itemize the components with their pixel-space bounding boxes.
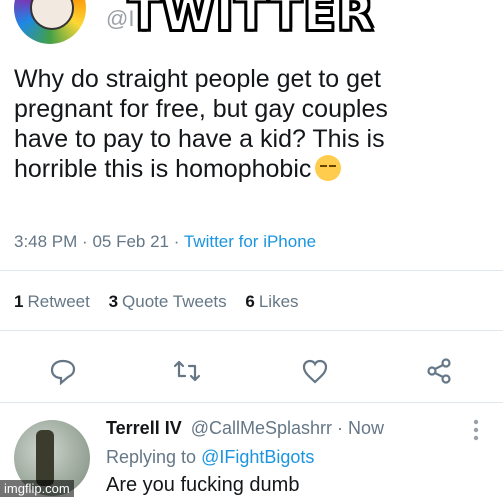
reply-author-handle[interactable]: @CallMeSplashrr — [191, 418, 332, 438]
tweet-time: 3:48 PM — [14, 232, 78, 251]
meta-separator: · — [173, 232, 180, 251]
reply-header: Terrell IV @CallMeSplashrr · Now — [106, 418, 384, 439]
divider — [0, 330, 503, 331]
replying-prefix: Replying to — [106, 447, 197, 467]
retweets-count: 1 — [14, 292, 24, 311]
reply-text: Are you fucking dumb — [106, 474, 300, 496]
likes-label: Likes — [258, 292, 299, 311]
retweet-icon[interactable] — [172, 356, 202, 386]
quote-label: Quote Tweets — [122, 292, 227, 311]
quote-count: 3 — [108, 292, 119, 311]
tweet-meta: 3:48 PM · 05 Feb 21 · Twitter for iPhone — [14, 232, 316, 252]
tweet-stats: 1 Retweet 3 Quote Tweets 6 Likes — [14, 292, 313, 312]
meta-separator: · — [82, 232, 88, 251]
share-icon[interactable] — [424, 356, 454, 386]
tweet-text: Why do straight people get to get pregna… — [14, 64, 484, 184]
watermark: imgflip.com — [0, 480, 74, 497]
retweets-stat[interactable]: 1 Retweet — [14, 292, 90, 311]
more-options-icon[interactable] — [472, 418, 480, 442]
tweet-source-link[interactable]: Twitter for iPhone — [184, 232, 316, 251]
replying-mention-link[interactable]: @IFightBigots — [201, 447, 314, 467]
replying-to: Replying to @IFightBigots — [106, 447, 314, 468]
like-icon[interactable] — [300, 356, 330, 386]
reply-icon[interactable] — [48, 356, 78, 386]
avatar-face — [30, 0, 74, 30]
likes-count: 6 — [245, 292, 255, 311]
divider — [0, 402, 503, 403]
tweet-date: 05 Feb 21 — [92, 232, 170, 251]
avatar-figure — [36, 430, 54, 486]
likes-stat[interactable]: 6 Likes — [245, 292, 298, 311]
quote-tweets-stat[interactable]: 3 Quote Tweets — [109, 292, 227, 311]
author-avatar[interactable] — [14, 0, 86, 44]
pensive-face-icon — [315, 155, 342, 181]
reply-author-name[interactable]: Terrell IV — [106, 418, 182, 438]
meme-caption: TWITTER — [127, 0, 375, 43]
reply-time: · Now — [337, 418, 385, 438]
retweets-label: Retweet — [27, 292, 90, 311]
tweet-actions — [0, 356, 503, 386]
divider — [0, 270, 503, 271]
